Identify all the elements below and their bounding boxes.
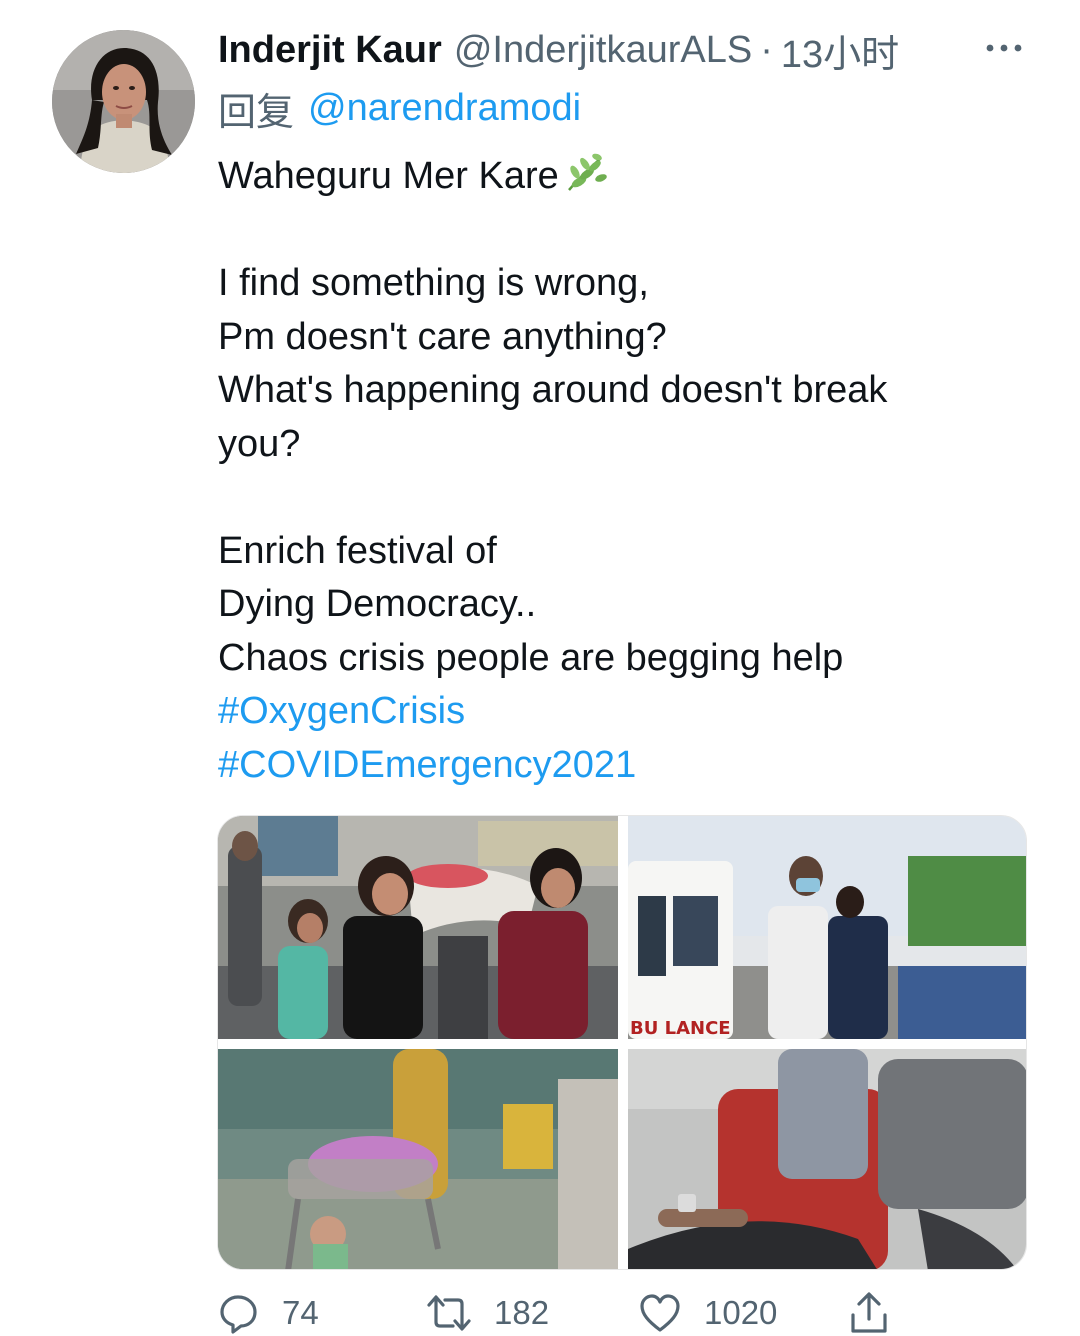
author-handle[interactable]: @InderjitkaurALS bbox=[454, 29, 752, 72]
tweet-text: Waheguru Mer Kare I find something is wr… bbox=[218, 150, 1018, 792]
tweet-line-text: Waheguru Mer Kare bbox=[218, 155, 559, 197]
tweet-line: you? bbox=[218, 422, 301, 465]
like-icon bbox=[640, 1294, 680, 1332]
reply-mention-link[interactable]: @narendramodi bbox=[308, 87, 581, 130]
hashtag-link[interactable]: #COVIDEmergency2021 bbox=[218, 739, 1018, 793]
tweet-line: Dying Democracy.. bbox=[218, 583, 537, 625]
reply-button[interactable]: 74 bbox=[218, 1290, 319, 1336]
hashtag-link[interactable]: #OxygenCrisis bbox=[218, 685, 1018, 739]
tweet-line: Pm doesn't care anything? bbox=[218, 315, 667, 358]
action-bar: 74 182 1020 bbox=[218, 1290, 918, 1336]
like-button[interactable]: 1020 bbox=[638, 1290, 777, 1336]
ambulance-text: BU LANCE bbox=[630, 1018, 731, 1039]
reply-prefix: 回复 bbox=[218, 91, 295, 134]
photo-1[interactable] bbox=[218, 816, 618, 1039]
tweet-line: Chaos crisis people are begging help bbox=[218, 636, 844, 679]
author-avatar[interactable] bbox=[52, 30, 195, 173]
separator-dot: · bbox=[760, 28, 773, 71]
share-button[interactable] bbox=[848, 1290, 890, 1336]
tweet-line: I find something is wrong, bbox=[218, 262, 649, 304]
retweet-icon bbox=[427, 1295, 471, 1331]
tweet-line: Enrich festival of bbox=[218, 529, 497, 572]
retweet-count: 182 bbox=[494, 1294, 550, 1331]
like-count: 1020 bbox=[704, 1294, 778, 1331]
photo-3[interactable] bbox=[218, 1049, 618, 1269]
retweet-button[interactable]: 182 bbox=[426, 1290, 549, 1336]
reply-count: 74 bbox=[282, 1294, 319, 1331]
tweet-line: What's happening around doesn't break bbox=[218, 369, 888, 411]
reply-context: 回复 @narendramodi bbox=[218, 84, 581, 134]
author-name[interactable]: Inderjit Kaur bbox=[218, 29, 442, 72]
leaf-emoji-icon bbox=[561, 152, 609, 210]
photo-2[interactable]: BU LANCE bbox=[628, 816, 1026, 1039]
tweet-line: Waheguru Mer Kare bbox=[218, 150, 1018, 204]
more-icon[interactable] bbox=[982, 30, 1026, 66]
photo-4[interactable] bbox=[628, 1049, 1026, 1269]
share-icon bbox=[851, 1292, 887, 1333]
reply-icon bbox=[220, 1295, 257, 1334]
media-grid: BU LANCE bbox=[217, 815, 1027, 1270]
tweet-time[interactable]: 13小时 bbox=[781, 23, 899, 78]
tweet-header: Inderjit Kaur @InderjitkaurALS · 13小时 bbox=[218, 26, 1038, 76]
